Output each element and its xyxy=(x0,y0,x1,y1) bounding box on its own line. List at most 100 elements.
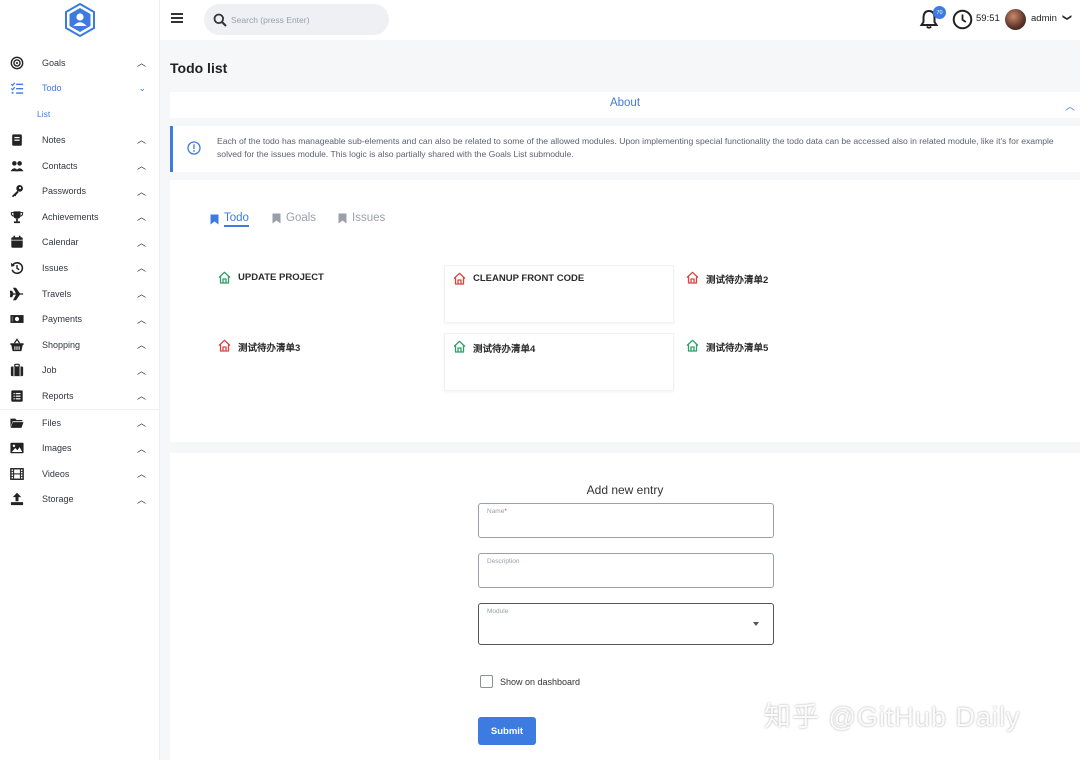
description-field[interactable]: Description xyxy=(478,553,774,588)
logo-icon xyxy=(64,2,95,38)
sidebar-item-shopping[interactable]: Shopping ︿ xyxy=(0,332,160,358)
tab-label: Issues xyxy=(352,212,386,224)
tab-todo[interactable]: Todo xyxy=(210,212,249,227)
submit-button[interactable]: Submit xyxy=(478,717,536,745)
module-select[interactable]: Module xyxy=(478,603,774,645)
sidebar-item-achievements[interactable]: Achievements ︿ xyxy=(0,204,160,230)
briefcase-icon xyxy=(9,362,25,378)
sidebar-item-label: Todo xyxy=(42,83,62,94)
menu-toggle-icon[interactable] xyxy=(171,13,183,23)
sidebar-item-label: List xyxy=(37,109,51,120)
trophy-icon xyxy=(9,209,25,225)
sidebar-item-videos[interactable]: Videos ︿ xyxy=(0,461,160,487)
key-icon xyxy=(9,183,25,199)
sidebar-item-label: Files xyxy=(42,417,62,428)
chevron-up-icon: ︿ xyxy=(136,58,146,69)
todo-title: UPDATE PROJECT xyxy=(238,272,324,283)
sidebar-item-job[interactable]: Job ︿ xyxy=(0,358,160,384)
tab-label: Todo xyxy=(224,212,249,227)
username-label[interactable]: admin xyxy=(1031,13,1057,24)
required-marker: * xyxy=(504,508,507,515)
bookmark-icon xyxy=(272,213,281,223)
target-icon xyxy=(9,55,25,71)
sidebar-item-notes[interactable]: Notes ︿ xyxy=(0,127,160,153)
users-icon xyxy=(9,158,25,174)
todo-item[interactable]: UPDATE PROJECT xyxy=(210,265,440,323)
todo-item[interactable]: 测试待办清单4 xyxy=(444,333,674,391)
chevron-up-icon[interactable]: ︿ xyxy=(1065,98,1075,113)
sidebar: Goals ︿ Todo ⌄ List Notes ︿ Contacts ︿ P… xyxy=(0,0,160,760)
about-accordion-header[interactable]: About ︿ xyxy=(170,92,1080,118)
checkbox-label: Show on dashboard xyxy=(500,676,581,687)
sidebar-item-label: Goals xyxy=(42,57,66,68)
sidebar-item-label: Shopping xyxy=(42,339,81,350)
chevron-up-icon: ︿ xyxy=(136,186,146,197)
sidebar-item-label: Reports xyxy=(42,390,74,401)
sidebar-item-reports[interactable]: Reports ︿ xyxy=(0,383,160,409)
search-bar[interactable] xyxy=(204,4,389,35)
money-icon xyxy=(9,311,25,327)
chevron-down-icon: ⌄ xyxy=(138,82,146,93)
todo-title: 测试待办清单2 xyxy=(706,275,769,286)
sidebar-item-label: Notes xyxy=(42,134,66,145)
sidebar-item-label: Images xyxy=(42,443,72,454)
dropdown-arrow-icon[interactable] xyxy=(753,622,759,626)
plane-icon xyxy=(9,286,25,302)
sidebar-item-todo[interactable]: Todo ⌄ xyxy=(0,76,160,102)
sidebar-item-passwords[interactable]: Passwords ︿ xyxy=(0,178,160,204)
app-logo[interactable] xyxy=(0,0,159,40)
description-label: Description xyxy=(487,558,520,565)
sidebar-item-calendar[interactable]: Calendar ︿ xyxy=(0,230,160,256)
sidebar-item-label: Contacts xyxy=(42,160,78,171)
info-icon xyxy=(187,141,201,155)
history-icon xyxy=(9,260,25,276)
chevron-up-icon: ︿ xyxy=(136,365,146,376)
checkbox-box[interactable] xyxy=(480,675,493,688)
todo-item[interactable]: CLEANUP FRONT CODE xyxy=(444,265,674,323)
todo-title: 测试待办清单3 xyxy=(238,343,301,354)
name-input[interactable] xyxy=(487,518,757,528)
chevron-up-icon: ︿ xyxy=(136,135,146,146)
chevron-up-icon: ︿ xyxy=(136,161,146,172)
notebook-icon xyxy=(9,132,25,148)
form-title: Add new entry xyxy=(586,483,664,497)
folder-icon xyxy=(9,415,25,431)
todo-title: 测试待办清单4 xyxy=(473,344,536,355)
sidebar-item-goals[interactable]: Goals ︿ xyxy=(0,50,160,76)
session-timer: 59:51 xyxy=(976,13,1000,24)
sidebar-item-travels[interactable]: Travels ︿ xyxy=(0,281,160,307)
chevron-up-icon: ︿ xyxy=(136,443,146,454)
calendar-icon xyxy=(9,234,25,250)
chevron-up-icon: ︿ xyxy=(136,212,146,223)
image-icon xyxy=(9,440,25,456)
todo-tabs-card: Todo Goals Issues UPDATE PROJECT CLEANUP… xyxy=(170,180,1080,442)
report-icon xyxy=(9,388,25,404)
sidebar-subitem-list[interactable]: List xyxy=(0,101,160,127)
clock-icon[interactable] xyxy=(952,9,973,30)
chevron-down-icon[interactable]: ❯ xyxy=(1061,14,1072,22)
sidebar-item-payments[interactable]: Payments ︿ xyxy=(0,306,160,332)
search-input[interactable] xyxy=(231,14,371,25)
tab-issues[interactable]: Issues xyxy=(338,212,385,224)
name-label: Name* xyxy=(487,508,507,515)
sidebar-item-storage[interactable]: Storage ︿ xyxy=(0,487,160,513)
home-icon xyxy=(453,340,466,353)
todo-item[interactable]: 测试待办清单3 xyxy=(210,333,440,391)
show-on-dashboard-checkbox[interactable]: Show on dashboard xyxy=(480,675,580,688)
name-field[interactable]: Name* xyxy=(478,503,774,538)
top-bar: 70 59:51 admin ❯ xyxy=(160,0,1080,40)
page-title: Todo list xyxy=(170,60,228,76)
sidebar-item-issues[interactable]: Issues ︿ xyxy=(0,255,160,281)
sidebar-item-contacts[interactable]: Contacts ︿ xyxy=(0,153,160,179)
todo-item[interactable]: 测试待办清单2 xyxy=(678,265,908,323)
sidebar-item-label: Issues xyxy=(42,262,69,273)
avatar[interactable] xyxy=(1005,9,1026,30)
sidebar-item-label: Passwords xyxy=(42,186,87,197)
sidebar-item-images[interactable]: Images ︿ xyxy=(0,435,160,461)
tab-label: Goals xyxy=(286,212,317,224)
sidebar-item-files[interactable]: Files ︿ xyxy=(0,410,160,436)
tab-goals[interactable]: Goals xyxy=(272,212,316,224)
home-icon xyxy=(453,272,466,285)
description-input[interactable] xyxy=(487,568,757,578)
todo-item[interactable]: 测试待办清单5 xyxy=(678,333,908,391)
